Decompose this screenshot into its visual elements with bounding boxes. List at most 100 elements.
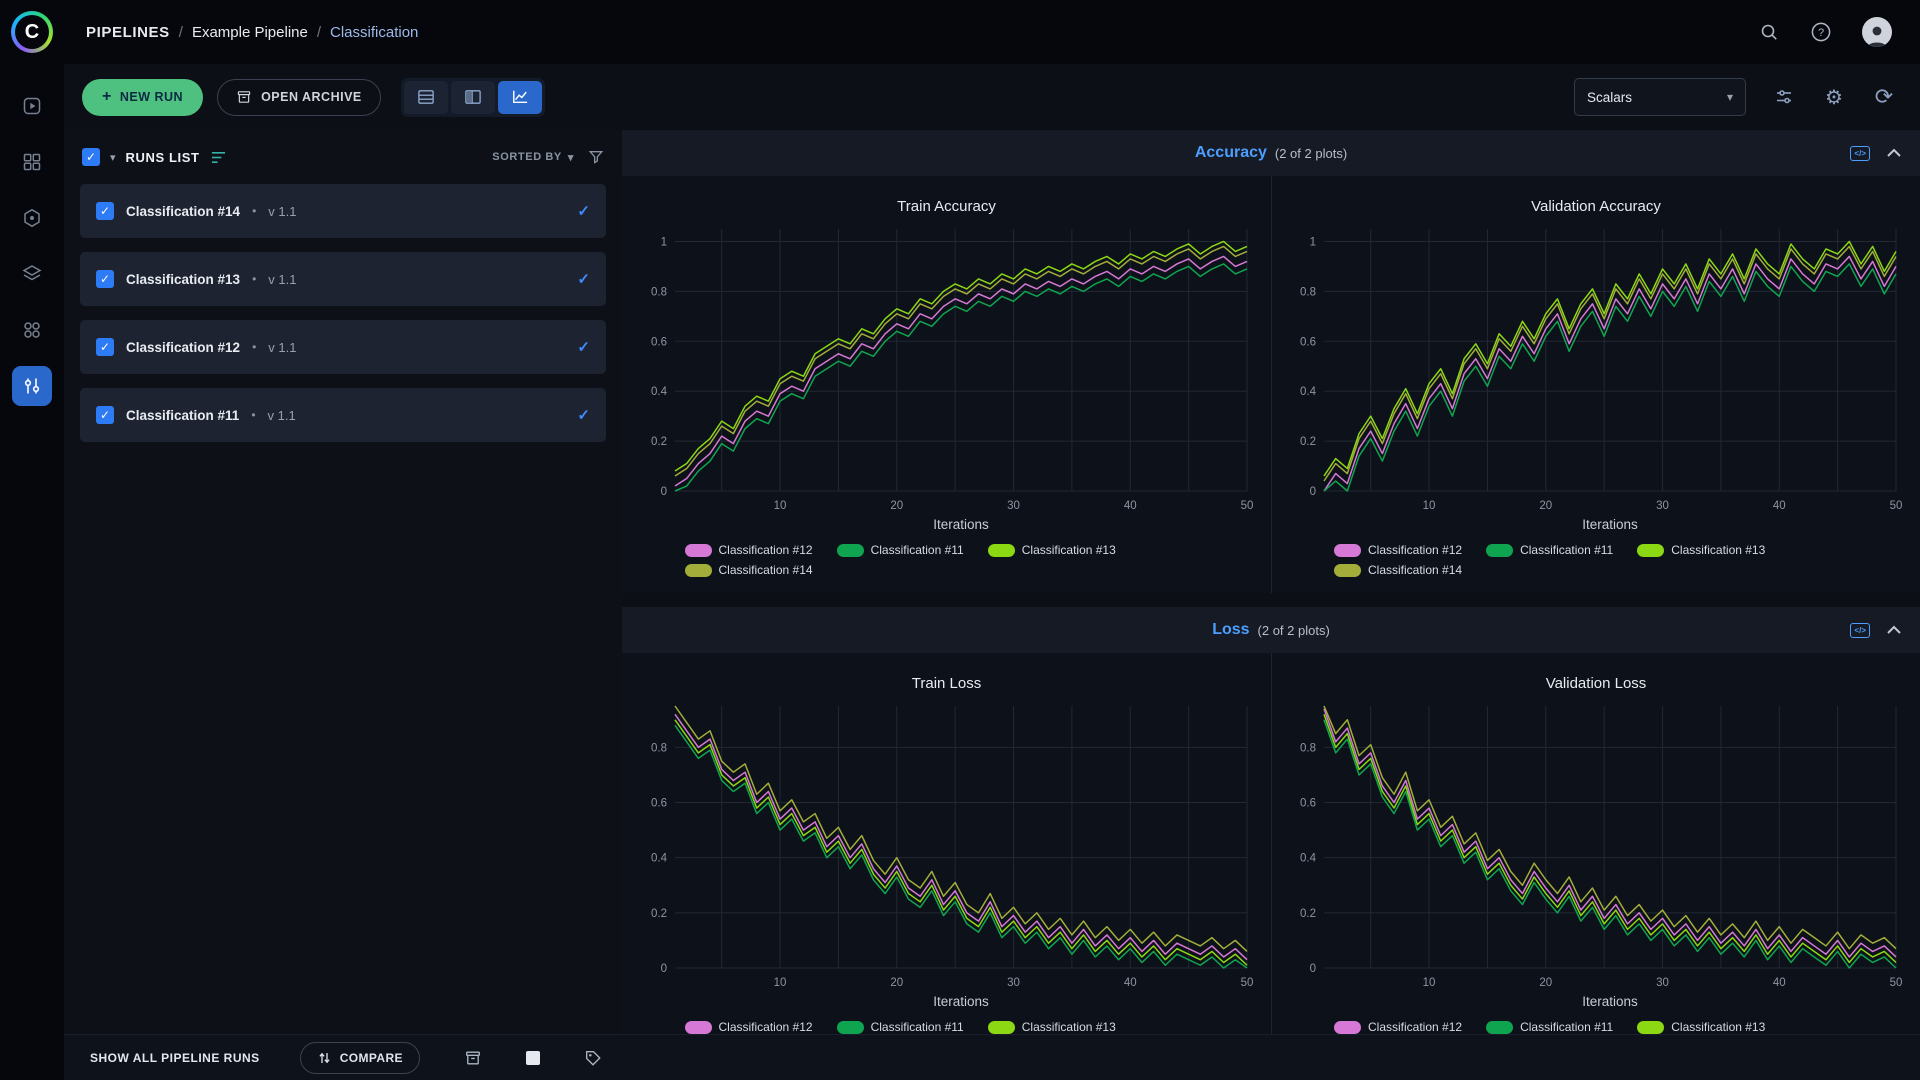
run-checkbox[interactable]: ✓ (96, 406, 114, 424)
svg-text:0.4: 0.4 (651, 386, 668, 398)
tune-settings-icon[interactable] (1772, 85, 1796, 109)
selected-check-icon: ✓ (577, 407, 590, 424)
breadcrumb-pipelines[interactable]: PIPELINES (86, 24, 170, 41)
legend-item[interactable]: Classification #12 (1334, 1020, 1462, 1034)
selected-check-icon: ✓ (577, 203, 590, 220)
legend-item[interactable]: Classification #11 (836, 1020, 964, 1034)
legend-item[interactable]: Classification #13 (987, 1020, 1116, 1034)
search-icon[interactable] (1758, 21, 1780, 43)
legend-swatch (684, 543, 712, 557)
line-chart[interactable]: 0 0.2 0.4 0.6 0.8 1 10 20 30 40 50 Iterations (1276, 219, 1916, 539)
legend-item[interactable]: Classification #11 (836, 543, 964, 557)
metric-type-select[interactable]: Scalars ▾ (1574, 78, 1746, 116)
run-checkbox[interactable]: ✓ (96, 270, 114, 288)
open-archive-button[interactable]: OPEN ARCHIVE (217, 78, 381, 116)
user-avatar[interactable] (1862, 17, 1892, 47)
run-version: v 1.1 (267, 407, 296, 423)
run-row[interactable]: ✓ Classification #11 • v 1.1 ✓ (80, 388, 606, 442)
svg-text:0.2: 0.2 (1300, 436, 1316, 448)
collapse-section-icon[interactable] (1886, 148, 1902, 158)
run-row[interactable]: ✓ Classification #14 • v 1.1 ✓ (80, 184, 606, 238)
nav-datasets-icon[interactable] (12, 142, 52, 182)
run-row[interactable]: ✓ Classification #12 • v 1.1 ✓ (80, 320, 606, 374)
show-all-pipeline-runs-link[interactable]: SHOW ALL PIPELINE RUNS (90, 1051, 260, 1065)
legend-swatch (987, 1020, 1015, 1034)
svg-text:30: 30 (1656, 977, 1669, 989)
legend-label: Classification #12 (718, 543, 813, 557)
legend-swatch (1486, 1020, 1514, 1034)
help-icon[interactable]: ? (1810, 21, 1832, 43)
abort-icon[interactable] (525, 1050, 540, 1065)
legend-swatch (836, 1020, 864, 1034)
settings-gear-icon[interactable]: ⚙ (1822, 85, 1846, 109)
svg-text:30: 30 (1007, 500, 1020, 512)
nav-projects-icon[interactable] (12, 86, 52, 126)
compare-button[interactable]: COMPARE (299, 1041, 420, 1074)
clearml-logo[interactable]: C (11, 11, 53, 53)
legend-item[interactable]: Classification #11 (1486, 1020, 1613, 1034)
line-chart[interactable]: 0 0.2 0.4 0.6 0.8 10 20 30 40 50 Iterations (627, 696, 1267, 1016)
select-all-checkbox[interactable]: ✓ (82, 148, 100, 166)
legend-item[interactable]: Classification #13 (1637, 543, 1765, 557)
nav-layers-icon[interactable] (12, 254, 52, 294)
auto-refresh-icon[interactable]: ⟳ (1872, 84, 1896, 109)
run-checkbox[interactable]: ✓ (96, 202, 114, 220)
filter-icon[interactable] (588, 149, 604, 165)
svg-text:50: 50 (1240, 500, 1253, 512)
nav-pipelines-icon[interactable] (12, 366, 52, 406)
sorted-by-control[interactable]: SORTED BY ▾ (492, 151, 574, 164)
legend-item[interactable]: Classification #12 (1334, 543, 1462, 557)
run-row[interactable]: ✓ Classification #13 • v 1.1 ✓ (80, 252, 606, 306)
plot-title: Validation Accuracy (1531, 198, 1661, 215)
train-loss-plot[interactable]: Train Loss 0 0.2 0.4 0.6 0.8 10 20 30 40 50 Iterat… (622, 653, 1271, 1070)
bottom-bar: SHOW ALL PIPELINE RUNS COMPARE (64, 1034, 1920, 1080)
legend-label: Classification #13 (1671, 1020, 1766, 1034)
validation-accuracy-plot[interactable]: Validation Accuracy 0 0.2 0.4 0.6 0.8 1 10 20 30… (1271, 176, 1920, 593)
svg-text:0.6: 0.6 (651, 336, 667, 348)
train-accuracy-plot[interactable]: Train Accuracy 0 0.2 0.4 0.6 0.8 1 10 20 30 40 50 I… (622, 176, 1271, 593)
collapse-section-icon[interactable] (1886, 625, 1902, 635)
line-chart[interactable]: 0 0.2 0.4 0.6 0.8 1 10 20 30 40 50 Iterations (627, 219, 1267, 539)
select-all-caret-icon[interactable]: ▾ (110, 151, 116, 164)
svg-text:40: 40 (1773, 500, 1786, 512)
toolbar: + NEW RUN OPEN ARCHIVE Scalars ▾ ⚙ ⟳ (64, 64, 1920, 130)
customize-columns-icon[interactable] (210, 150, 227, 165)
new-run-button[interactable]: + NEW RUN (82, 78, 204, 116)
split-view-button[interactable] (450, 80, 495, 114)
table-view-button[interactable] (403, 80, 448, 114)
chart-view-button[interactable] (497, 80, 542, 114)
embed-icon[interactable]: </> (1850, 145, 1870, 161)
tags-icon[interactable] (584, 1049, 602, 1067)
svg-text:0.6: 0.6 (651, 798, 667, 810)
nav-applications-icon[interactable] (12, 310, 52, 350)
legend-item[interactable]: Classification #12 (684, 1020, 813, 1034)
line-chart[interactable]: 0 0.2 0.4 0.6 0.8 10 20 30 40 50 Iterations (1276, 696, 1916, 1016)
nav-models-icon[interactable] (12, 198, 52, 238)
svg-text:?: ? (1818, 27, 1824, 39)
legend-item[interactable]: Classification #13 (987, 543, 1116, 557)
legend-swatch (684, 563, 712, 577)
svg-text:0.8: 0.8 (1300, 742, 1316, 754)
legend-item[interactable]: Classification #11 (1486, 543, 1613, 557)
legend-swatch (1334, 563, 1361, 577)
plot-legend: Classification #12 Classification #11 Clas… (1276, 543, 1916, 577)
validation-loss-plot[interactable]: Validation Loss 0 0.2 0.4 0.6 0.8 10 20 30 40 50 I… (1271, 653, 1920, 1070)
legend-label: Classification #12 (1368, 1020, 1463, 1034)
legend-swatch (1334, 1020, 1361, 1034)
svg-text:Iterations: Iterations (1582, 994, 1638, 1009)
embed-icon[interactable]: </> (1850, 622, 1870, 638)
svg-text:0.8: 0.8 (651, 286, 667, 298)
legend-label: Classification #12 (718, 1020, 813, 1034)
archive-icon[interactable] (464, 1049, 482, 1067)
legend-item[interactable]: Classification #14 (1334, 563, 1462, 577)
run-checkbox[interactable]: ✓ (96, 338, 114, 356)
legend-item[interactable]: Classification #12 (684, 543, 813, 557)
legend-item[interactable]: Classification #14 (684, 563, 813, 577)
breadcrumb-pipeline-name[interactable]: Example Pipeline (192, 24, 308, 41)
bullet-separator: • (252, 272, 257, 286)
archive-icon (236, 89, 252, 105)
svg-text:50: 50 (1890, 500, 1903, 512)
legend-item[interactable]: Classification #13 (1637, 1020, 1765, 1034)
plot-legend: Classification #12 Classification #11 Clas… (627, 543, 1267, 577)
svg-text:30: 30 (1656, 500, 1669, 512)
